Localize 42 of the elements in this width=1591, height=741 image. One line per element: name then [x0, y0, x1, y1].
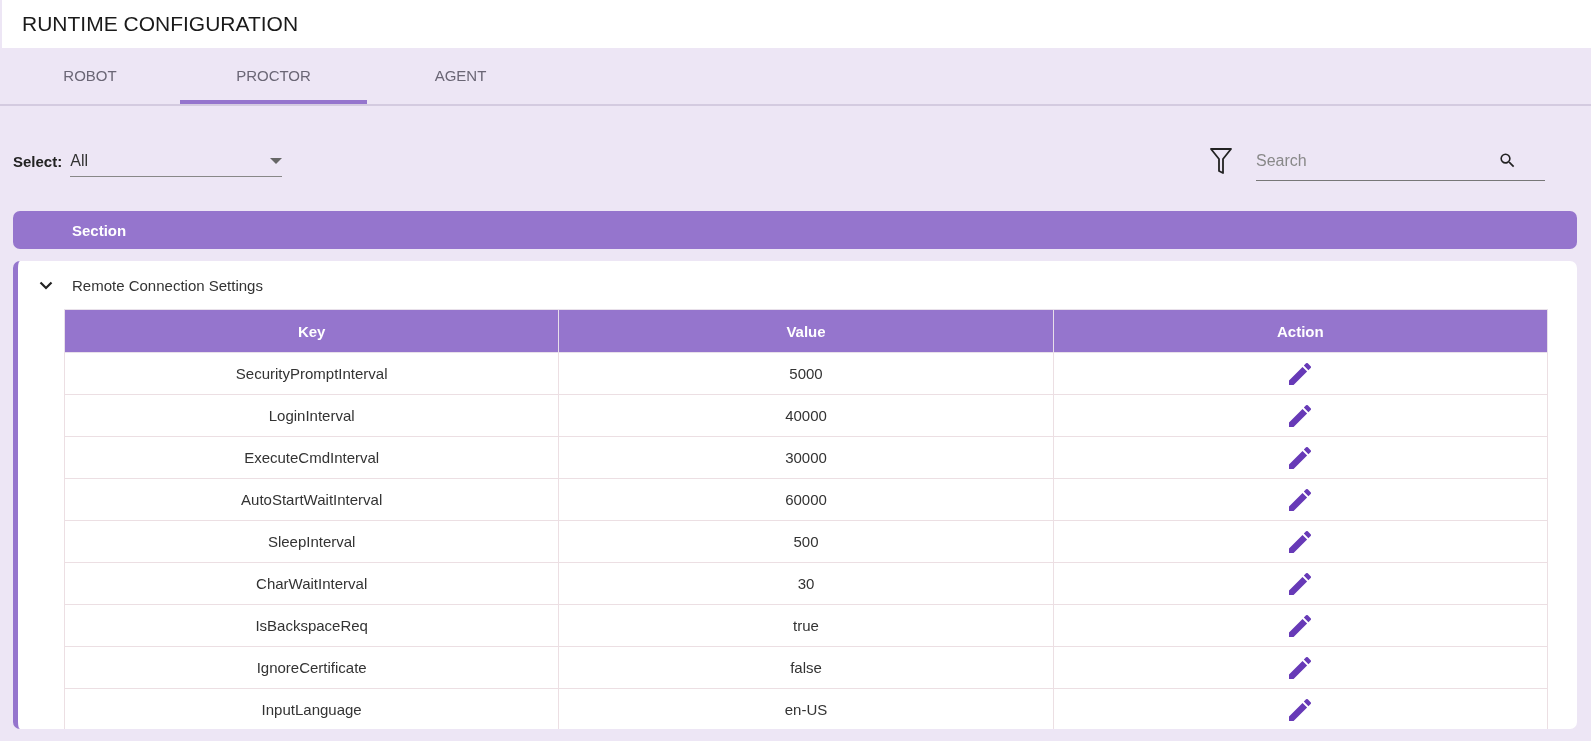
section-title[interactable]: Remote Connection Settings — [72, 276, 263, 294]
column-header: Value — [558, 309, 1054, 353]
key-cell: IsBackspaceReq — [64, 604, 559, 647]
tab[interactable]: AGENT — [367, 48, 554, 104]
filter-icon[interactable] — [1210, 148, 1232, 174]
edit-pencil-icon[interactable] — [1289, 362, 1312, 385]
key-cell: InputLanguage — [64, 688, 559, 729]
edit-pencil-icon[interactable] — [1289, 404, 1312, 427]
section-header-bar: Section — [13, 211, 1577, 249]
column-header: Action — [1053, 309, 1548, 353]
key-cell: SecurityPromptInterval — [64, 352, 559, 395]
edit-pencil-icon[interactable] — [1289, 656, 1312, 679]
value-cell: 500 — [558, 520, 1054, 563]
value-cell: 60000 — [558, 478, 1054, 521]
key-cell: LoginInterval — [64, 394, 559, 437]
value-cell: 40000 — [558, 394, 1054, 437]
value-cell: 5000 — [558, 352, 1054, 395]
key-cell: ExecuteCmdInterval — [64, 436, 559, 479]
key-cell: CharWaitInterval — [64, 562, 559, 605]
column-header: Key — [64, 309, 559, 353]
edit-pencil-icon[interactable] — [1289, 530, 1312, 553]
edit-pencil-icon[interactable] — [1289, 488, 1312, 511]
tab[interactable]: PROCTOR — [180, 48, 367, 104]
page-title: RUNTIME CONFIGURATION — [22, 12, 299, 36]
key-cell: IgnoreCertificate — [64, 646, 559, 689]
edit-pencil-icon[interactable] — [1289, 572, 1312, 595]
tab[interactable]: ROBOT — [0, 48, 180, 104]
edit-pencil-icon[interactable] — [1289, 614, 1312, 637]
key-cell: AutoStartWaitInterval — [64, 478, 559, 521]
dropdown-caret-icon — [270, 157, 283, 164]
value-cell: false — [558, 646, 1054, 689]
chevron-icon[interactable] — [39, 280, 53, 290]
value-cell: 30000 — [558, 436, 1054, 479]
edit-pencil-icon[interactable] — [1289, 698, 1312, 721]
select-dropdown[interactable]: All — [70, 145, 283, 177]
edit-pencil-icon[interactable] — [1289, 446, 1312, 469]
key-cell: SleepInterval — [64, 520, 559, 563]
search-icon[interactable] — [1498, 151, 1517, 170]
search-field[interactable]: Search — [1256, 151, 1498, 170]
select-label: Select: — [13, 152, 63, 170]
value-cell: 30 — [558, 562, 1054, 605]
value-cell: true — [558, 604, 1054, 647]
